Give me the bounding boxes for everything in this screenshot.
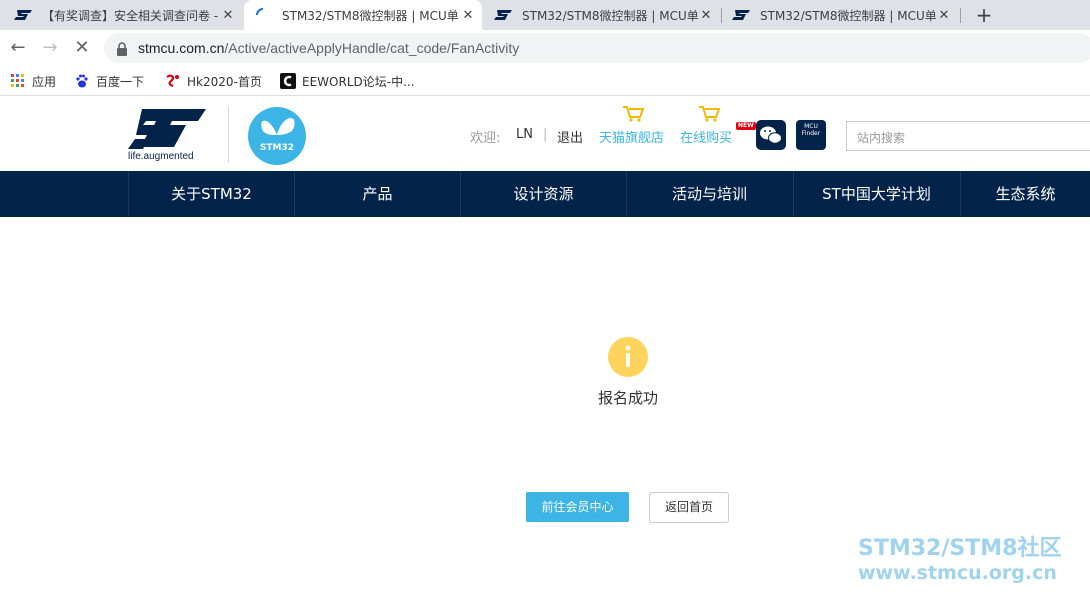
site-search-input[interactable]: 站内搜索 — [846, 121, 1090, 151]
bookmark-hk2020[interactable]: Hk2020-首页 — [165, 72, 262, 90]
tmall-store-link[interactable]: 天猫旗舰店 — [599, 127, 664, 146]
lock-icon — [116, 41, 128, 56]
welcome-label: 欢迎: — [470, 131, 501, 146]
success-message: 报名成功 — [597, 389, 658, 407]
stm32-logo[interactable]: STM32 — [248, 107, 306, 165]
tab-stm32[interactable]: STM32/STM8微控制器 | MCU单 ✕ — [484, 0, 720, 30]
bookmark-label: 应用 — [32, 74, 57, 89]
logout-link[interactable]: 退出 — [557, 127, 583, 146]
tab-stm32-active[interactable]: STM32/STM8微控制器 | MCU单 ✕ — [244, 0, 482, 30]
info-icon — [608, 337, 648, 377]
watermark-line2: www.stmcu.org.cn — [858, 562, 1057, 584]
bookmark-eeworld[interactable]: EEWORLD论坛-中... — [280, 72, 415, 90]
url-text: stmcu.com.cn/Active/activeApplyHandle/ca… — [138, 40, 519, 56]
eeworld-logo-icon — [280, 73, 296, 89]
stop-loading-button[interactable]: ✕ — [72, 38, 92, 58]
stm32-badge-text: STM32 — [259, 143, 295, 153]
main-nav: 关于STM32 产品 设计资源 活动与培训 ST中国大学计划 生态系统 — [0, 171, 1090, 217]
wechat-icon[interactable] — [756, 120, 786, 150]
logo-tagline: life.augmented — [128, 151, 194, 162]
logo-divider — [228, 107, 229, 163]
nav-events-training[interactable]: 活动与培训 — [626, 171, 792, 217]
tab-strip: 【有奖调查】安全相关调查问卷 - ✕ STM32/STM8微控制器 | MCU单… — [0, 0, 1090, 30]
mcu-finder-label: MCU Finder — [801, 123, 821, 137]
st-favicon-icon — [494, 9, 512, 21]
bookmark-label: 百度一下 — [96, 74, 145, 89]
watermark: STM32/STM8社区 www.stmcu.org.cn — [858, 536, 1061, 584]
back-button[interactable]: ← — [8, 38, 28, 58]
tab-title: STM32/STM8微控制器 | MCU单 — [522, 8, 698, 23]
tab-title: STM32/STM8微控制器 | MCU单 — [760, 8, 936, 23]
forward-button[interactable]: → — [40, 38, 60, 58]
hk2020-logo-icon — [165, 73, 181, 89]
loading-spinner-icon — [254, 8, 272, 21]
nav-products[interactable]: 产品 — [294, 171, 460, 217]
tab-survey[interactable]: 【有奖调查】安全相关调查问卷 - ✕ — [4, 0, 242, 30]
bookmark-label: Hk2020-首页 — [187, 74, 262, 89]
st-logo-icon — [128, 109, 206, 149]
member-center-button[interactable]: 前往会员中心 — [526, 492, 629, 522]
nav-design-resources[interactable]: 设计资源 — [460, 171, 626, 217]
nav-ecosystem[interactable]: 生态系统 — [960, 171, 1090, 217]
bookmark-baidu[interactable]: 百度一下 — [74, 72, 144, 90]
browser-toolbar: ← → ✕ stmcu.com.cn/Active/activeApplyHan… — [0, 30, 1090, 66]
close-tab-icon[interactable]: ✕ — [698, 8, 714, 23]
watermark-line1: STM32/STM8社区 — [858, 536, 1062, 561]
url-host: stmcu.com.cn — [138, 40, 225, 56]
bookmark-label: EEWORLD论坛-中... — [302, 74, 415, 89]
username-link[interactable]: LN — [516, 127, 533, 142]
tab-stm32[interactable]: STM32/STM8微控制器 | MCU单 ✕ — [722, 0, 958, 30]
baidu-paw-icon — [74, 73, 90, 89]
st-logo[interactable]: life.augmented — [128, 107, 212, 165]
tab-separator — [960, 8, 961, 23]
st-favicon-icon — [14, 9, 32, 21]
cart-icon — [698, 105, 721, 123]
new-badge: NEW — [736, 122, 756, 130]
nav-about-stm32[interactable]: 关于STM32 — [128, 171, 294, 217]
tab-title: STM32/STM8微控制器 | MCU单 — [282, 8, 459, 23]
close-tab-icon[interactable]: ✕ — [220, 8, 236, 23]
cart-icon — [622, 105, 645, 123]
tab-title: 【有奖调查】安全相关调查问卷 - — [42, 8, 219, 23]
bookmarks-bar: 应用 百度一下 Hk2020-首页 EEWORLD论坛-中... — [0, 66, 1090, 96]
back-home-button[interactable]: 返回首页 — [649, 492, 729, 523]
site-header: life.augmented STM32 欢迎: LN | 退出 天猫旗舰店 在… — [0, 97, 1090, 171]
header-separator: | — [543, 127, 548, 142]
new-tab-button[interactable]: + — [972, 3, 996, 27]
close-tab-icon[interactable]: ✕ — [460, 8, 476, 23]
nav-university-program[interactable]: ST中国大学计划 — [793, 171, 959, 217]
mcu-finder-icon[interactable]: MCU Finder — [796, 120, 826, 150]
apps-grid-icon — [10, 73, 26, 89]
online-buy-link[interactable]: 在线购买 — [680, 127, 732, 146]
bookmark-apps[interactable]: 应用 — [10, 72, 56, 90]
st-favicon-icon — [732, 9, 750, 21]
url-path: /Active/activeApplyHandle/cat_code/FanAc… — [224, 40, 520, 56]
close-tab-icon[interactable]: ✕ — [936, 8, 952, 23]
address-bar[interactable]: stmcu.com.cn/Active/activeApplyHandle/ca… — [104, 33, 1090, 63]
butterfly-icon — [261, 117, 295, 135]
